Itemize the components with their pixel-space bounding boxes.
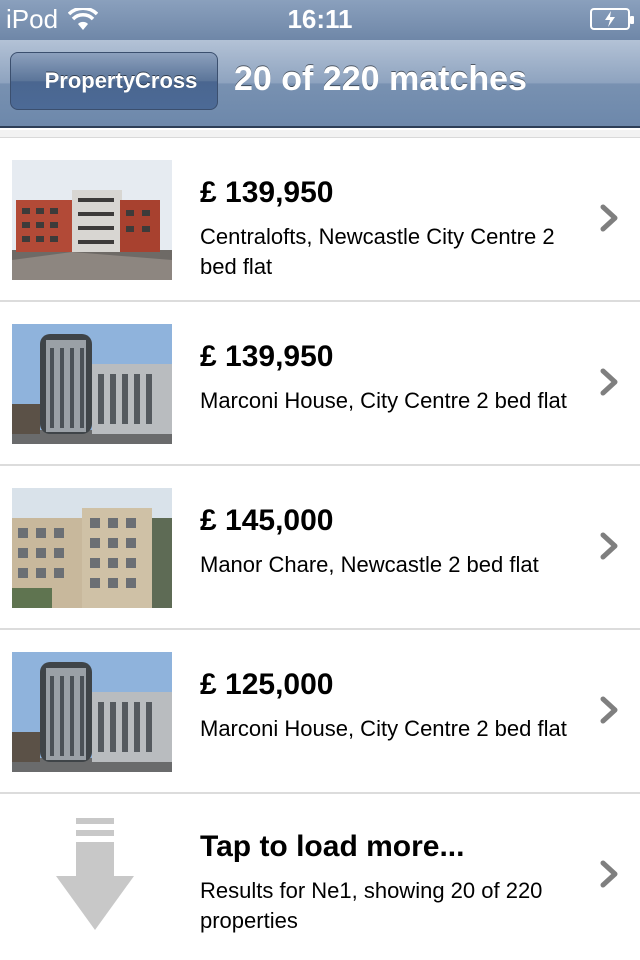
chevron-right-icon (600, 368, 618, 396)
chevron-right-icon (600, 204, 618, 232)
navigation-bar: PropertyCross 20 of 220 matches (0, 40, 640, 128)
listing-price: £ 125,000 (200, 668, 334, 701)
building-photo-red (12, 160, 172, 280)
chevron-right-icon (600, 860, 618, 888)
listing-title: Marconi House, City Centre 2 bed flat (200, 388, 567, 413)
chevron-right-icon (600, 532, 618, 560)
load-more-title: Tap to load more... (200, 830, 465, 863)
back-button-label: PropertyCross (44, 68, 198, 93)
listing-price: £ 139,950 (200, 340, 334, 373)
battery-icon (590, 8, 634, 30)
listing-row[interactable]: £ 139,950 Centralofts, Newcastle City Ce… (0, 138, 640, 302)
listing-row[interactable]: £ 125,000 Marconi House, City Centre 2 b… (0, 630, 640, 794)
down-arrow-icon (56, 818, 134, 930)
page-title: 20 of 220 matches (234, 60, 527, 98)
listing-price: £ 139,950 (200, 176, 334, 209)
back-button[interactable]: PropertyCross (10, 52, 218, 110)
list-top-divider (0, 130, 640, 138)
building-photo-beige (12, 488, 172, 608)
listing-row[interactable]: £ 139,950 Marconi House, City Centre 2 b… (0, 302, 640, 466)
status-time: 16:11 (287, 4, 353, 34)
load-more-subtitle: Results for Ne1, showing 20 of 220 prope… (200, 878, 543, 933)
building-photo-grey (12, 324, 172, 444)
load-more-row[interactable]: Tap to load more... Results for Ne1, sho… (0, 794, 640, 958)
listing-title: Marconi House, City Centre 2 bed flat (200, 716, 567, 741)
listing-price: £ 145,000 (200, 504, 334, 537)
chevron-right-icon (600, 696, 618, 724)
listing-row[interactable]: £ 145,000 Manor Chare, Newcastle 2 bed f… (0, 466, 640, 630)
results-list: £ 139,950 Centralofts, Newcastle City Ce… (0, 130, 640, 958)
listing-title: Centralofts, Newcastle City Centre 2 bed… (200, 224, 555, 279)
building-photo-grey (12, 652, 172, 772)
status-bar: iPod 16:11 (0, 0, 640, 40)
listing-title: Manor Chare, Newcastle 2 bed flat (200, 552, 539, 577)
